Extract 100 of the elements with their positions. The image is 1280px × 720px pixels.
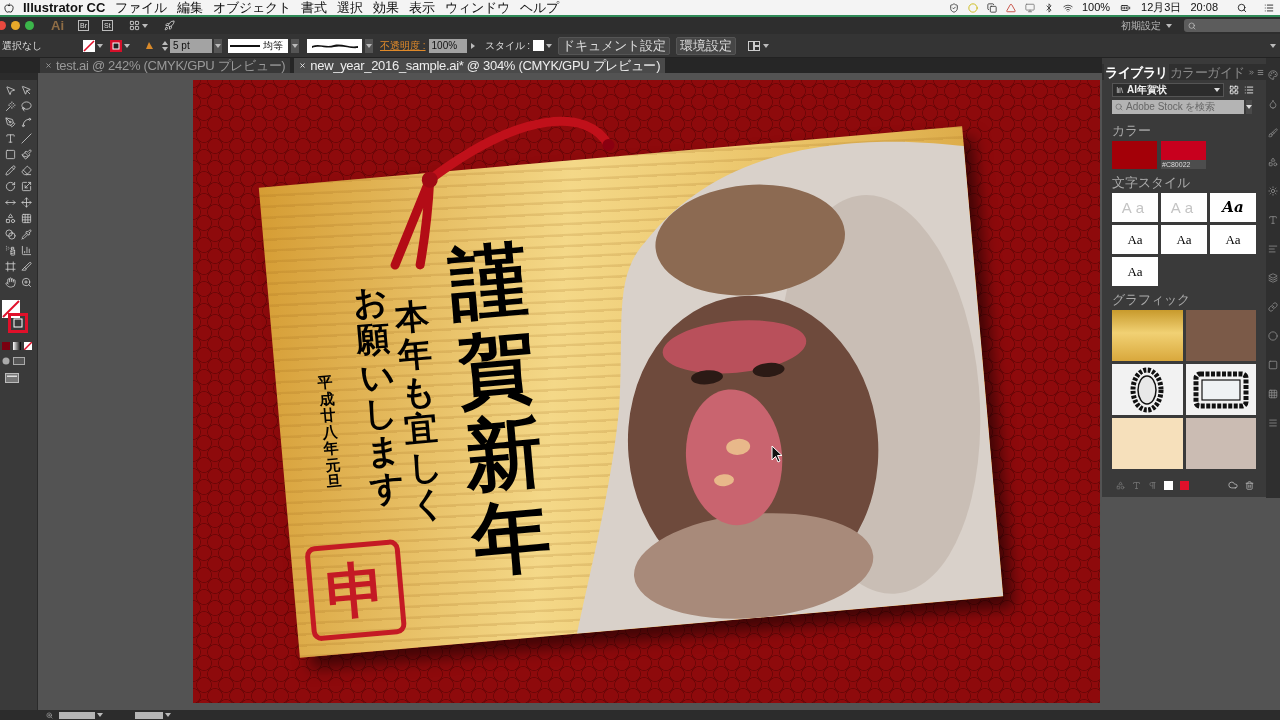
trash-icon[interactable] bbox=[1245, 480, 1254, 490]
hollow-pointer-icon[interactable] bbox=[20, 85, 32, 96]
app-menu[interactable]: Illustrator CC bbox=[23, 1, 106, 14]
artboard-number-field[interactable] bbox=[135, 711, 163, 719]
fill-swatch-icon[interactable] bbox=[2, 300, 20, 318]
link-icon[interactable] bbox=[1268, 302, 1278, 312]
slice-icon[interactable] bbox=[20, 261, 32, 272]
brush-definition-dropdown[interactable] bbox=[307, 38, 362, 53]
menu-item[interactable]: 書式 bbox=[301, 1, 328, 14]
move-icon[interactable] bbox=[20, 197, 32, 208]
bluetooth-icon[interactable] bbox=[1043, 2, 1054, 13]
wand-icon[interactable] bbox=[5, 101, 17, 112]
menu-item[interactable]: 効果 bbox=[373, 1, 400, 14]
toolbar-button[interactable]: ドキュメント設定 bbox=[558, 36, 671, 55]
layout-icon[interactable] bbox=[748, 40, 761, 51]
triangle-icon[interactable] bbox=[1005, 2, 1016, 13]
caret-icon[interactable] bbox=[97, 713, 103, 717]
scale-icon[interactable] bbox=[20, 181, 32, 192]
eyedropper-icon[interactable] bbox=[20, 229, 32, 240]
zoom-icon[interactable] bbox=[46, 711, 53, 719]
fill-swatch-icon[interactable] bbox=[1164, 480, 1173, 490]
toolbar-button[interactable]: 環境設定 bbox=[676, 36, 737, 55]
layout-grid-icon[interactable] bbox=[128, 20, 140, 31]
gradient-texture-tile[interactable] bbox=[1112, 310, 1183, 361]
minimize-window-button[interactable] bbox=[11, 21, 20, 30]
zoom-window-button[interactable] bbox=[25, 21, 34, 30]
caret-icon[interactable] bbox=[141, 23, 148, 28]
zoom-icon[interactable] bbox=[20, 277, 32, 288]
brush-icon[interactable] bbox=[1268, 128, 1278, 138]
eraser-icon[interactable] bbox=[20, 165, 32, 176]
none-swatch-icon[interactable] bbox=[24, 342, 32, 350]
cloud-icon[interactable] bbox=[1228, 480, 1238, 490]
menu-date[interactable]: 12月3日 bbox=[1141, 2, 1182, 13]
menu-clock[interactable]: 20:08 bbox=[1190, 2, 1218, 13]
sun-icon[interactable] bbox=[1268, 186, 1278, 196]
hand-icon[interactable] bbox=[5, 277, 17, 288]
grid-icon[interactable] bbox=[1268, 389, 1278, 399]
workspace-switcher[interactable]: 初期設定 bbox=[1121, 20, 1172, 31]
character-style-button[interactable]: Aa bbox=[1161, 225, 1207, 254]
character-style-button[interactable]: Aa bbox=[1112, 225, 1158, 254]
menu-item[interactable]: 選択 bbox=[337, 1, 364, 14]
caret-icon[interactable] bbox=[165, 713, 171, 717]
battery-icon[interactable] bbox=[1119, 2, 1133, 13]
arrow-icon[interactable] bbox=[470, 42, 475, 49]
caret-icon[interactable] bbox=[1214, 87, 1220, 92]
lasso-icon[interactable] bbox=[20, 101, 32, 112]
copy-icon[interactable] bbox=[986, 2, 997, 13]
caret-icon[interactable] bbox=[124, 43, 130, 48]
width-icon[interactable] bbox=[5, 197, 17, 208]
shapes-icon[interactable] bbox=[1268, 157, 1278, 167]
caret-icon[interactable] bbox=[97, 43, 103, 48]
graphic-tile[interactable] bbox=[1112, 364, 1183, 415]
rotate-icon[interactable] bbox=[5, 181, 17, 192]
search-field[interactable] bbox=[1184, 19, 1280, 32]
grid-icon[interactable] bbox=[20, 213, 32, 224]
graphic-style-swatch[interactable] bbox=[533, 40, 545, 51]
close-icon[interactable] bbox=[45, 62, 52, 69]
caret-icon[interactable] bbox=[763, 43, 770, 48]
zoom-field[interactable] bbox=[59, 711, 95, 719]
library-dropdown[interactable]: AI年賀状 bbox=[1112, 82, 1224, 97]
stroke-swatch-icon[interactable] bbox=[110, 39, 122, 52]
type-icon[interactable] bbox=[1268, 215, 1278, 225]
double-chevron-icon[interactable] bbox=[1248, 68, 1255, 76]
character-style-button[interactable]: Aa bbox=[1210, 193, 1256, 222]
layers-icon[interactable] bbox=[1268, 273, 1278, 283]
opacity-field[interactable]: 100% bbox=[428, 38, 467, 53]
shapes-icon[interactable] bbox=[5, 213, 17, 224]
graphic-tile[interactable] bbox=[1185, 364, 1256, 415]
bar-chart-icon[interactable] bbox=[20, 245, 32, 256]
palette-icon[interactable] bbox=[1268, 70, 1278, 80]
panel-tab[interactable]: カラーガイド bbox=[1168, 64, 1246, 80]
menu-item[interactable]: ファイル bbox=[115, 1, 168, 14]
droplet-icon[interactable] bbox=[1268, 99, 1278, 109]
color-swatch-icon[interactable] bbox=[2, 342, 10, 350]
rectangle-icon[interactable] bbox=[13, 357, 25, 365]
opacity-link[interactable]: 不透明度 : bbox=[380, 40, 426, 51]
gradient-swatch-icon[interactable] bbox=[13, 342, 21, 350]
character-style-button[interactable]: Aa bbox=[1210, 225, 1256, 254]
type-icon[interactable] bbox=[5, 133, 17, 144]
circle-icon[interactable] bbox=[2, 357, 10, 365]
color-swatch[interactable] bbox=[1112, 141, 1157, 169]
pencil-icon[interactable] bbox=[5, 165, 17, 176]
paintbrush-icon[interactable] bbox=[20, 149, 32, 160]
window-icon[interactable] bbox=[5, 373, 19, 383]
search-icon[interactable] bbox=[1237, 2, 1247, 13]
document-tab[interactable]: new_year_2016_sample.ai* @ 304% (CMYK/GPU プレビュー) bbox=[294, 58, 666, 73]
character-style-button[interactable]: Aa bbox=[1112, 257, 1158, 286]
curve-icon[interactable] bbox=[20, 117, 32, 128]
monitor-icon[interactable] bbox=[1024, 2, 1035, 13]
spray-can-icon[interactable] bbox=[5, 245, 17, 256]
paper-texture-tile[interactable] bbox=[1112, 418, 1183, 469]
artboard-icon[interactable] bbox=[5, 261, 17, 272]
list-icon[interactable] bbox=[1264, 2, 1274, 13]
stroke-profile-dropdown[interactable]: 均等 bbox=[228, 38, 288, 53]
menu-item[interactable]: 表示 bbox=[409, 1, 436, 14]
line-icon[interactable] bbox=[20, 133, 32, 144]
menu-item[interactable]: オブジェクト bbox=[213, 1, 292, 14]
rocket-icon[interactable] bbox=[163, 20, 175, 31]
list-view-icon[interactable] bbox=[1244, 84, 1254, 95]
apple-icon[interactable] bbox=[4, 2, 14, 13]
